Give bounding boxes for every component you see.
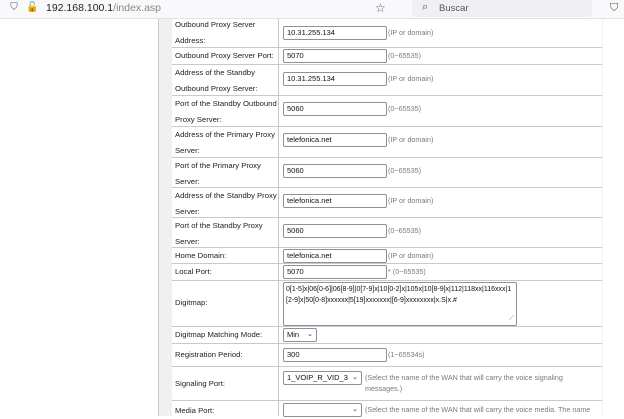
row-standby-outbound-port: Port of the Standby Outbound Proxy Serve… — [172, 96, 602, 127]
search-icon: ⌕ — [422, 1, 429, 13]
chevron-down-icon: ⌄ — [307, 331, 313, 338]
row-digitmap-mode: Digitmap Matching Mode: Min ⌄ — [172, 327, 602, 344]
standby-proxy-input[interactable]: telefonica.net — [283, 194, 387, 208]
pocket-icon[interactable]: ⛉ — [610, 2, 618, 15]
standby-outbound-hint: (IP or domain) — [388, 74, 434, 83]
chevron-down-icon: ⌄ — [352, 406, 358, 413]
search-input[interactable]: ⌕ Buscar — [412, 0, 592, 17]
row-outbound-port: Outbound Proxy Server Port: 5070 (0~6553… — [172, 48, 602, 65]
local-port-label: Local Port: — [175, 267, 212, 276]
standby-outbound-label: Address of the Standby Outbound Proxy Se… — [175, 68, 258, 93]
row-media-port: Media Port: ⌄ (Select the name of the WA… — [172, 401, 602, 417]
url-path: /index.asp — [113, 2, 162, 14]
home-domain-label: Home Domain: — [175, 251, 227, 260]
digitmap-text: 0[1-5]x|06[0-6]|06[8-9]|0[7-9]x|10[0-2]x… — [286, 286, 512, 304]
row-primary-proxy-port: Port of the Primary Proxy Server: 5060 (… — [172, 158, 602, 188]
outbound-port-hint: (0~65535) — [388, 51, 421, 60]
standby-proxy-hint: (IP or domain) — [388, 196, 434, 205]
local-port-input[interactable]: 5070 — [283, 265, 387, 279]
signaling-port-label: Signaling Port: — [175, 379, 225, 388]
url-host: 192.168.100.1 — [46, 2, 114, 14]
standby-outbound-port-label: Port of the Standby Outbound Proxy Serve… — [175, 99, 277, 124]
standby-outbound-input[interactable]: 10.31.255.134 — [283, 72, 387, 86]
registration-period-hint: (1~65534s) — [388, 350, 425, 359]
shield-icon[interactable]: ⛉ — [8, 2, 20, 14]
row-digitmap: Digitmap: 0[1-5]x|06[0-6]|06[8-9]|0[7-9]… — [172, 281, 602, 327]
primary-proxy-hint: (IP or domain) — [388, 135, 434, 144]
page-margin-left — [0, 19, 158, 416]
row-local-port: Local Port: 5070 * (0~65535) — [172, 264, 602, 281]
row-outbound-proxy: Outbound Proxy Server Address: 10.31.255… — [172, 19, 602, 48]
digitmap-textarea[interactable]: 0[1-5]x|06[0-6]|06[8-9]|0[7-9]x|10[0-2]x… — [283, 282, 517, 326]
signaling-port-hint: (Select the name of the WAN that will ca… — [365, 373, 563, 393]
page-margin-right — [603, 19, 624, 416]
standby-proxy-port-label: Port of the Standby Proxy Server: — [175, 221, 263, 246]
primary-proxy-port-input[interactable]: 5060 — [283, 164, 387, 178]
standby-proxy-port-input[interactable]: 5060 — [283, 224, 387, 238]
standby-proxy-label: Address of the Standby Proxy Server: — [175, 191, 277, 216]
primary-proxy-input[interactable]: telefonica.net — [283, 133, 387, 147]
search-placeholder: Buscar — [439, 3, 469, 14]
digitmap-label: Digitmap: — [175, 298, 208, 307]
media-port-hint: (Select the name of the WAN that will ca… — [365, 405, 591, 414]
standby-outbound-port-hint: (0~65535) — [388, 104, 421, 113]
digitmap-mode-select[interactable]: Min ⌄ — [283, 328, 317, 342]
row-standby-proxy-port: Port of the Standby Proxy Server: 5060 (… — [172, 218, 602, 248]
primary-proxy-label: Address of the Primary Proxy Server: — [175, 130, 275, 155]
row-standby-proxy: Address of the Standby Proxy Server: tel… — [172, 188, 602, 218]
address-bar[interactable]: 192.168.100.1/index.asp — [46, 2, 161, 15]
digitmap-mode-label: Digitmap Matching Mode: — [175, 330, 263, 339]
media-port-label: Media Port: — [175, 406, 215, 415]
row-signaling-port: Signaling Port: 1_VOIP_R_VID_3 ⌄ (Select… — [172, 367, 602, 401]
row-registration-period: Registration Period: 300 (1~65534s) — [172, 344, 602, 367]
outbound-proxy-input[interactable]: 10.31.255.134 — [283, 26, 387, 40]
outbound-proxy-hint: (IP or domain) — [388, 28, 434, 37]
outbound-port-label: Outbound Proxy Server Port: — [175, 51, 274, 60]
row-primary-proxy: Address of the Primary Proxy Server: tel… — [172, 127, 602, 158]
local-port-hint: * (0~65535) — [388, 267, 426, 276]
digitmap-mode-value: Min — [287, 330, 300, 339]
media-port-select[interactable]: ⌄ — [283, 403, 362, 417]
registration-period-label: Registration Period: — [175, 350, 243, 359]
standby-outbound-port-input[interactable]: 5060 — [283, 102, 387, 116]
home-domain-hint: (IP or domain) — [388, 251, 434, 260]
outbound-port-input[interactable]: 5070 — [283, 49, 387, 63]
registration-period-input[interactable]: 300 — [283, 348, 387, 362]
bookmark-star-icon[interactable]: ☆ — [375, 1, 386, 15]
primary-proxy-port-hint: (0~65535) — [388, 166, 421, 175]
row-home-domain: Home Domain: telefonica.net (IP or domai… — [172, 248, 602, 264]
row-standby-outbound: Address of the Standby Outbound Proxy Se… — [172, 65, 602, 96]
signaling-port-value: 1_VOIP_R_VID_3 — [287, 373, 348, 382]
lock-icon[interactable]: 🔓 — [26, 2, 38, 14]
standby-proxy-port-hint: (0~65535) — [388, 226, 421, 235]
signaling-port-select[interactable]: 1_VOIP_R_VID_3 ⌄ — [283, 371, 362, 385]
chevron-down-icon: ⌄ — [352, 374, 358, 381]
outbound-proxy-label: Outbound Proxy Server Address: — [175, 20, 256, 45]
primary-proxy-port-label: Port of the Primary Proxy Server: — [175, 161, 261, 186]
resize-handle-icon[interactable]: ⟋ — [509, 313, 514, 324]
browser-toolbar: ⛉ 🔓 192.168.100.1/index.asp ☆ ⌕ Buscar ⛉ — [0, 0, 624, 19]
home-domain-input[interactable]: telefonica.net — [283, 249, 387, 263]
